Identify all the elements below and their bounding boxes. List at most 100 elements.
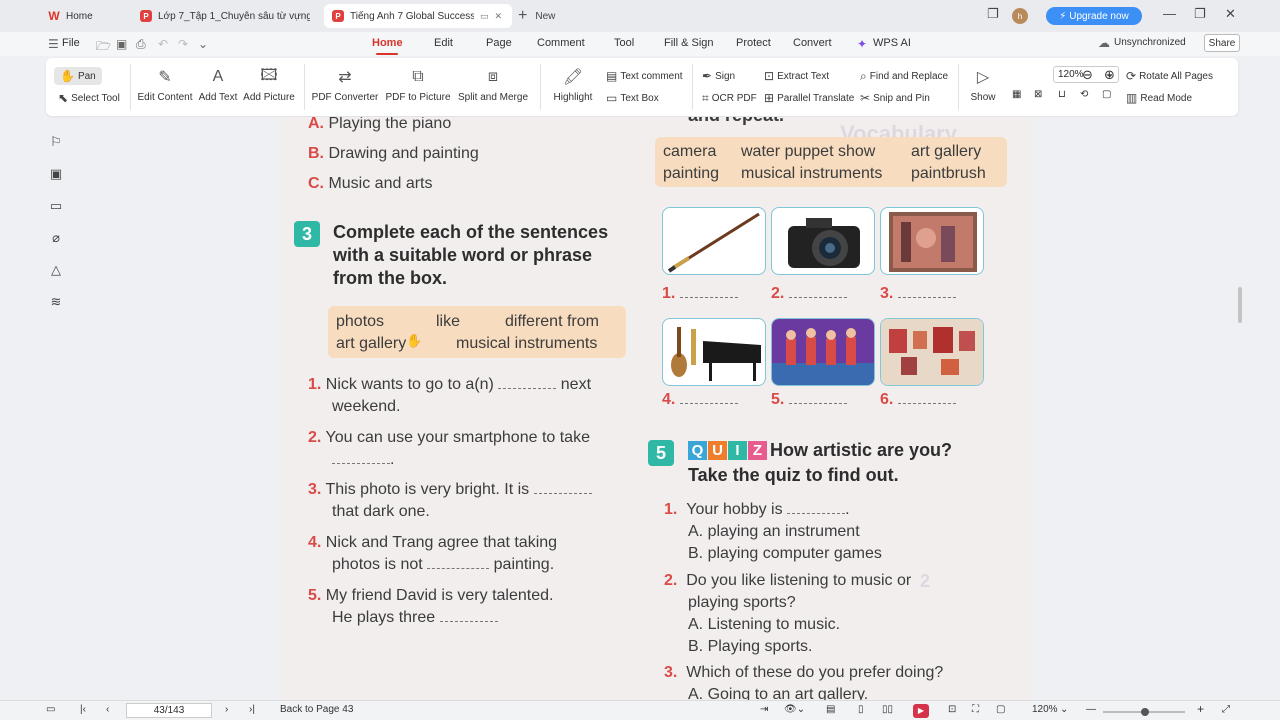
open-folder-icon[interactable]: 🗁 (96, 37, 111, 58)
menu-home[interactable]: Home (372, 37, 403, 49)
upgrade-button[interactable]: ⚡ Upgrade now (1046, 7, 1142, 25)
fit-icon[interactable]: ⊡ (948, 704, 956, 715)
sidebar-toggle-icon[interactable]: ▭ (46, 704, 55, 715)
share-button[interactable]: Share (1204, 34, 1240, 52)
fit-width-icon[interactable]: ⊠ (1034, 89, 1042, 100)
next-page-icon[interactable]: › (225, 704, 228, 715)
menu-page[interactable]: Page (486, 37, 512, 49)
pan-tool[interactable]: ✋ Pan (54, 67, 102, 85)
quiz-letter: U (708, 441, 727, 460)
save-icon[interactable]: ▣ (116, 37, 127, 51)
pdf-to-picture-icon: ⧉ (412, 68, 424, 85)
attachment-icon[interactable]: ⌀ (48, 230, 64, 246)
file-menu[interactable]: File (62, 37, 80, 49)
sync-status[interactable]: Unsynchronized (1114, 37, 1186, 48)
ocr-pdf-button[interactable]: ⌗ OCR PDF (702, 91, 757, 106)
add-picture-button[interactable]: 🖾 Add Picture (243, 66, 295, 104)
zoom-out-icon[interactable]: — (1086, 704, 1096, 715)
menu-wps-ai[interactable]: WPS AI (873, 37, 911, 49)
vertical-scrollbar[interactable] (1236, 117, 1244, 700)
pan-label: Pan (77, 70, 96, 82)
read-mode-button[interactable]: ▥ Read Mode (1126, 91, 1192, 105)
fullscreen-icon[interactable]: ⛶ (972, 704, 979, 715)
zoom-level[interactable]: 120% (1032, 704, 1058, 715)
find-replace-button[interactable]: ⌕ Find and Replace (860, 69, 948, 84)
hamburger-icon[interactable]: ☰ (48, 37, 59, 51)
status-bar: ▭ |‹ ‹ 43/143 › ›| Back to Page 43 ⇥ 👁⌄ … (0, 700, 1280, 720)
rotate-all-pages-button[interactable]: ⟳ Rotate All Pages (1126, 69, 1213, 83)
tab-document-2[interactable]: P Tiếng Anh 7 Global Success.p ▭ ✕ (324, 4, 512, 28)
zoom-out-icon[interactable]: ⊖ (1082, 67, 1093, 83)
menu-comment[interactable]: Comment (537, 37, 585, 49)
word-item: photos (336, 313, 385, 330)
eye-icon[interactable]: 👁⌄ (784, 704, 805, 715)
print-icon[interactable]: ⎙ (136, 37, 146, 52)
two-page-view-icon[interactable]: ▯▯ (882, 704, 893, 715)
text-comment-button[interactable]: ▤ Text comment (606, 69, 683, 83)
zoom-slider[interactable] (1103, 708, 1185, 716)
close-tab-icon[interactable]: ✕ (495, 11, 503, 22)
page-number-input[interactable]: 43/143 (126, 703, 212, 718)
avatar[interactable]: h (1012, 8, 1028, 24)
layers-icon[interactable]: ≋ (48, 294, 64, 310)
menu-tool[interactable]: Tool (614, 37, 634, 49)
extract-text-button[interactable]: ⊡ Extract Text (764, 69, 829, 83)
split-merge-button[interactable]: ⧈ Split and Merge (454, 66, 532, 103)
rotate-icon[interactable]: ⟲ (1080, 89, 1088, 100)
pdf-converter-button[interactable]: ⇄ PDF Converter (310, 66, 380, 103)
text-box-button[interactable]: ▭ Text Box (606, 91, 659, 105)
actual-size-icon[interactable]: ⊔ (1058, 89, 1066, 100)
zoom-slider-knob[interactable] (1141, 708, 1149, 716)
continuous-view-icon[interactable]: ▤ (826, 704, 835, 715)
menu-fill-sign[interactable]: Fill & Sign (664, 37, 714, 49)
first-page-icon[interactable]: |‹ (80, 704, 86, 715)
parallel-translate-button[interactable]: ⊞ Parallel Translate (764, 91, 854, 105)
undo-icon[interactable]: ↶ (158, 37, 168, 51)
tab-document-1[interactable]: P Lớp 7_Tập 1_Chuyên sâu từ vựng ngữ (132, 4, 318, 28)
zoom-in-icon[interactable]: + (1197, 702, 1204, 716)
restore-window-icon[interactable]: ❐ (987, 6, 999, 22)
back-to-page-link[interactable]: Back to Page 43 (280, 704, 353, 715)
chevron-down-icon[interactable]: ⌄ (1060, 704, 1068, 715)
prev-page-icon[interactable]: ‹ (106, 704, 109, 715)
signature-icon[interactable]: △ (48, 262, 64, 278)
show-button[interactable]: ▷ Show (964, 66, 1002, 103)
highlight-button[interactable]: 🖍 Highlight (546, 66, 600, 103)
tab-home[interactable]: W Home (40, 4, 126, 28)
single-view-icon[interactable]: ▯ (858, 704, 864, 715)
export-icon[interactable]: ⇥ (760, 704, 768, 715)
comment-icon[interactable]: ▭ (48, 198, 64, 214)
expand-icon[interactable]: ⤢ (1222, 704, 1230, 715)
select-tool[interactable]: ⬉ Select Tool (58, 91, 120, 105)
chevron-down-icon[interactable]: ⌄ (198, 37, 208, 51)
minimize-icon[interactable]: — (1163, 6, 1176, 21)
bookmark-icon[interactable]: ⚐ (48, 134, 64, 150)
single-page-icon[interactable]: ▢ (1102, 89, 1111, 100)
add-text-button[interactable]: A Add Text (198, 66, 238, 103)
redo-icon[interactable]: ↷ (178, 37, 188, 51)
zoom-in-icon[interactable]: ⊕ (1104, 67, 1115, 83)
quiz-badge: Q U I Z (688, 441, 768, 460)
edit-content-button[interactable]: ✎ Edit Content (137, 66, 192, 103)
pdf-to-picture-button[interactable]: ⧉ PDF to Picture (385, 66, 450, 103)
menu-edit[interactable]: Edit (434, 37, 453, 49)
snip-pin-button[interactable]: ✂ Snip and Pin (860, 91, 930, 105)
thumbnail-icon[interactable]: ▣ (48, 166, 64, 182)
word-item: musical instruments (741, 165, 883, 182)
monitor-icon[interactable]: ▭ (480, 11, 489, 22)
sentence-4-line2: photos is not painting. (332, 556, 555, 573)
sign-button[interactable]: ✒ Sign (702, 69, 735, 83)
maximize-icon[interactable]: ❐ (1194, 6, 1206, 22)
menu-protect[interactable]: Protect (736, 37, 771, 49)
last-page-icon[interactable]: ›| (249, 704, 255, 715)
new-tab-button[interactable]: + New (518, 4, 555, 28)
crop-icon[interactable]: ▢ (996, 704, 1005, 715)
scrollbar-thumb[interactable] (1238, 287, 1242, 323)
book-icon: ▥ (1126, 91, 1138, 105)
document-viewport[interactable]: Vocabulary 2 A. Playing the piano B. Dra… (78, 117, 1238, 700)
close-window-icon[interactable]: ✕ (1225, 6, 1236, 22)
quiz-letter: I (728, 441, 747, 460)
menu-convert[interactable]: Convert (793, 37, 832, 49)
fit-page-icon[interactable]: ▦ (1012, 89, 1021, 100)
play-icon[interactable]: ▶ (913, 704, 929, 718)
